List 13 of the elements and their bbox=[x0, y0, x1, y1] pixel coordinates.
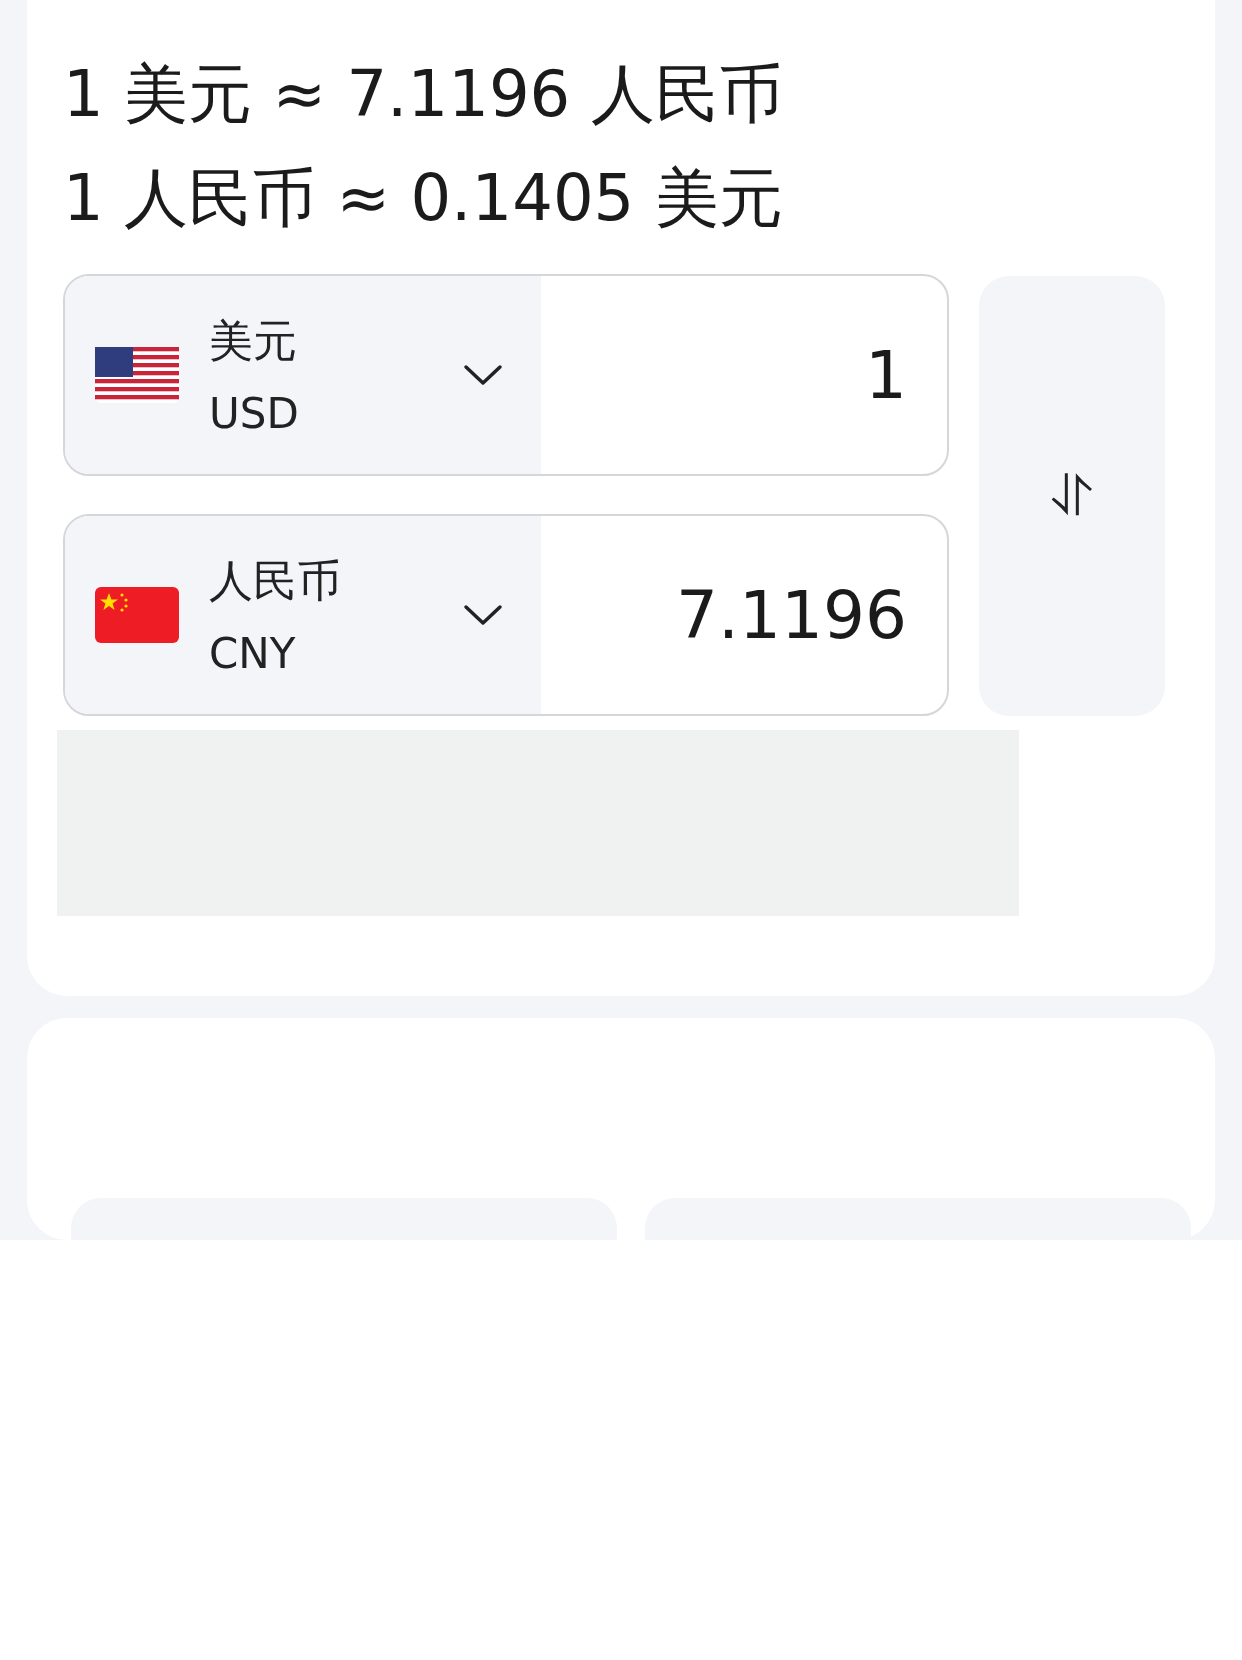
currency-name: 人民币 bbox=[209, 554, 342, 608]
exchange-rate-text: 1 人民币 ≈ 0.1405 美元 bbox=[63, 160, 784, 237]
swap-button[interactable]: ⥯ bbox=[979, 276, 1165, 716]
currency-selector[interactable]: 美元 USD bbox=[65, 276, 541, 474]
currency-selector[interactable]: 人民币 CNY bbox=[65, 516, 541, 714]
chevron-down-icon bbox=[463, 363, 503, 387]
amount-value[interactable]: 7.1196 bbox=[676, 576, 907, 654]
currency-name: 美元 bbox=[209, 314, 298, 368]
exchange-rate-text: 1 美元 ≈ 7.1196 人民币 bbox=[63, 56, 784, 133]
amount-value[interactable]: 1 bbox=[865, 336, 907, 414]
chevron-down-icon bbox=[463, 603, 503, 627]
currency-code: CNY bbox=[209, 629, 297, 678]
currency-code: USD bbox=[209, 389, 300, 438]
